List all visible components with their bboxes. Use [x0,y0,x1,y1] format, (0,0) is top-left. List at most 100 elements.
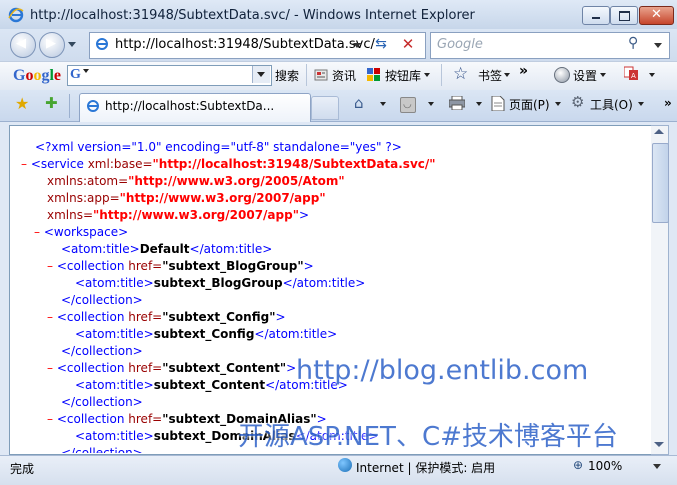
print-button[interactable] [448,95,466,111]
xml-declaration: <?xml version="1.0" encoding="utf-8" sta… [35,140,402,154]
add-to-favorites-button[interactable]: ✚ [45,94,58,112]
xmlns-value: "http://www.w3.org/2007/app" [93,208,299,222]
workspace-open-tag: <workspace> [43,225,129,239]
google-logo[interactable]: Google [13,67,61,85]
title-close-tag: </atom:title> [282,276,366,290]
google-search-button[interactable]: 搜索 [275,67,299,84]
bookmarks-dropdown-icon[interactable] [504,73,510,77]
feeds-dropdown-icon[interactable] [428,102,434,106]
address-url[interactable]: http://localhost:31948/SubtextData.svc/ [115,37,375,52]
tag-close: > [303,259,314,273]
title-open-tag: <atom:title> [75,429,154,443]
collection-title-text: subtext_Config [153,327,255,341]
translate-icon[interactable]: A [623,66,639,81]
tab-label[interactable]: http://localhost:SubtextDa... [105,99,274,113]
title-open-tag: <atom:title> [61,242,140,256]
href-value: "subtext_Config" [162,310,276,324]
more-commands-chevron[interactable]: » [664,96,672,110]
button-gallery-button[interactable]: 按钮库 [385,67,421,84]
settings-dropdown-icon[interactable] [600,73,606,77]
settings-button[interactable]: 设置 [573,67,597,84]
tag-close: > [275,310,286,324]
google-logo-letter: G [13,67,26,84]
page-dropdown-icon[interactable] [555,102,561,106]
collection-title-text: subtext_BlogGroup [153,276,283,290]
collapse-toggle[interactable]: – [47,259,53,273]
xmlns-line: xmlns="http://www.w3.org/2007/app"> [47,207,309,223]
bookmarks-button[interactable]: 书签 [478,67,502,84]
star-icon: ☆ [453,64,469,84]
google-g-dropdown-icon[interactable] [83,69,89,73]
search-button[interactable]: ⚲ [628,35,638,51]
favorites-star-icon: ★ [15,94,30,113]
new-tab-button[interactable] [311,96,339,120]
search-placeholder[interactable]: Google [437,37,483,52]
favorites-center-button[interactable]: ★ [15,94,29,113]
zoom-dropdown-icon[interactable] [653,464,661,469]
collection-open-tag: <collection [56,310,125,324]
close-icon: ✕ [651,7,662,22]
print-dropdown-icon[interactable] [476,102,482,106]
google-g-icon: G [70,67,81,82]
scrollbar-thumb[interactable] [652,143,669,223]
collapse-toggle[interactable]: – [47,310,53,324]
xml-base-attr: xml:base= [83,157,153,171]
home-dropdown-icon[interactable] [380,102,386,106]
google-search-history-dropdown[interactable] [252,66,270,83]
collapse-toggle[interactable]: – [34,225,40,239]
collapse-toggle[interactable]: – [21,157,27,171]
google-search-input[interactable] [67,65,272,86]
xmlns-atom-value: "http://www.w3.org/2005/Atom" [128,174,345,188]
collection-close-tag: </collection> [61,395,143,409]
close-button[interactable]: ✕ [639,6,674,25]
back-button[interactable]: ◀ [10,32,36,58]
address-dropdown[interactable] [353,43,361,48]
title-open-tag: <atom:title> [75,327,154,341]
forward-button[interactable]: ▶ [39,32,65,58]
translate-dropdown-icon[interactable] [649,73,655,77]
xmlns-app-line: xmlns:app="http://www.w3.org/2007/app" [47,190,326,206]
collection-node: – <collection href="subtext_Content"> [47,360,296,376]
add-favorite-icon: ✚ [45,94,58,112]
stop-button[interactable]: ✕ [398,35,418,53]
forward-arrow-icon: ▶ [46,36,56,51]
search-icon: ⚲ [628,35,639,51]
collection-open-tag: <collection [56,361,125,375]
href-attr: href= [124,361,163,375]
button-gallery-icon [367,68,381,82]
xmlns-atom-line: xmlns:atom="http://www.w3.org/2005/Atom" [47,173,345,189]
home-button[interactable]: ⌂ [354,94,364,112]
security-zone-text[interactable]: Internet | 保护模式: 启用 [356,459,495,476]
href-attr: href= [124,412,163,426]
scroll-down-arrow-icon[interactable] [654,442,664,447]
maximize-button[interactable] [610,6,638,25]
title-open-tag: <atom:title> [75,276,154,290]
collapse-toggle[interactable]: – [47,412,53,426]
service-node: – <service xml:base="http://localhost:31… [21,156,436,172]
maximize-icon [619,11,630,21]
feeds-button[interactable]: ◡ [400,97,416,113]
page-menu-button[interactable]: 页面(P) [509,96,550,113]
title-close-tag: </atom:title> [189,242,273,256]
refresh-button[interactable]: ⇆ [371,35,391,53]
collapse-toggle[interactable]: – [47,361,53,375]
minimize-button[interactable] [582,6,610,25]
tools-menu-button[interactable]: 工具(O) [590,96,633,113]
zoom-level[interactable]: 100% [588,459,622,473]
workspace-node: – <workspace> [34,224,128,240]
xml-base-value: "http://localhost:31948/SubtextData.svc/… [152,157,436,171]
toolbar-separator [306,64,307,86]
more-buttons-chevron[interactable]: » [519,63,528,79]
recent-pages-dropdown[interactable] [68,42,76,47]
stop-icon: ✕ [401,35,415,53]
internet-zone-globe-icon [338,458,352,472]
title-close-tag: </atom:title> [254,327,338,341]
tag-close: > [286,361,297,375]
news-button[interactable]: 资讯 [332,67,356,84]
href-attr: href= [124,310,163,324]
button-gallery-dropdown-icon[interactable] [424,73,430,77]
scroll-up-arrow-icon[interactable] [654,129,664,134]
collection-close-tag: </collection> [61,344,143,358]
tools-dropdown-icon[interactable] [638,102,644,106]
search-provider-dropdown[interactable] [654,43,662,48]
